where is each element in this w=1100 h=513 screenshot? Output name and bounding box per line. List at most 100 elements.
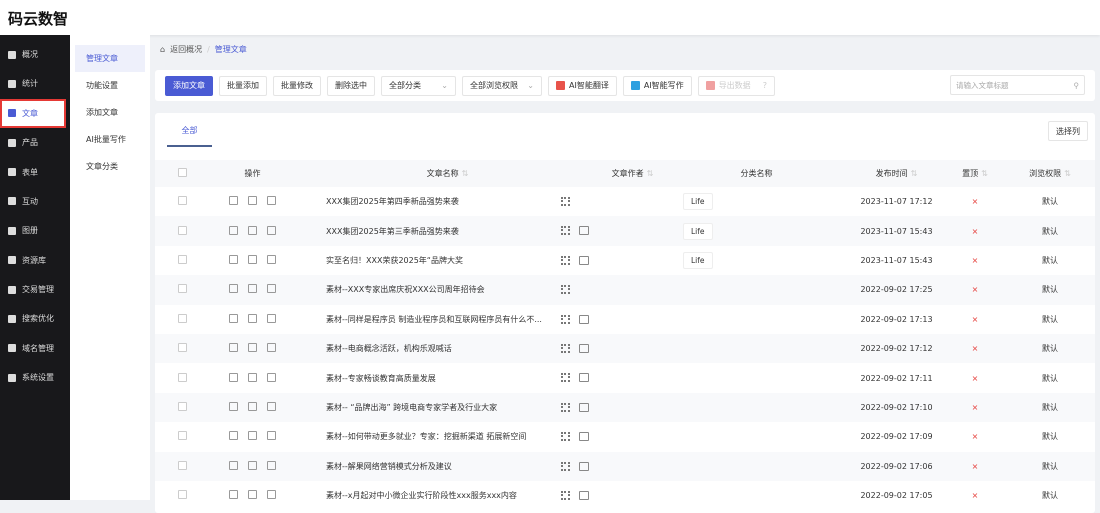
trash-icon[interactable] bbox=[267, 196, 276, 206]
trash-icon[interactable] bbox=[267, 401, 276, 411]
pinned-toggle[interactable]: × bbox=[945, 275, 1005, 305]
col-top[interactable]: 置顶 ⇅ bbox=[945, 160, 1005, 187]
qrcode-icon[interactable] bbox=[561, 461, 570, 471]
row-checkbox[interactable] bbox=[155, 481, 210, 510]
sidebar-item[interactable]: 资源库 bbox=[0, 246, 70, 275]
sidebar-item[interactable]: 产品 bbox=[0, 128, 70, 157]
article-name[interactable]: XXX集团2025年第四季新品强势来袭 bbox=[326, 197, 459, 206]
help-icon[interactable]: ? bbox=[763, 81, 767, 90]
sidebar-item[interactable]: 文章 bbox=[0, 98, 66, 128]
article-name[interactable]: 素材--x月起对中小微企业实行阶段性xxx服务xxx内容 bbox=[326, 491, 517, 500]
sort-icon[interactable]: ⇅ bbox=[981, 169, 988, 178]
edit-icon[interactable] bbox=[248, 254, 257, 264]
preview-icon[interactable] bbox=[229, 254, 238, 264]
edit-icon[interactable] bbox=[248, 284, 257, 294]
sort-icon[interactable]: ⇅ bbox=[462, 169, 469, 178]
trash-icon[interactable] bbox=[267, 431, 276, 441]
edit-icon[interactable] bbox=[248, 225, 257, 235]
qrcode-icon[interactable] bbox=[561, 226, 570, 236]
preview-icon[interactable] bbox=[229, 401, 238, 411]
submenu-item[interactable]: 管理文章 bbox=[75, 45, 145, 72]
preview-icon[interactable] bbox=[229, 431, 238, 441]
preview-icon[interactable] bbox=[229, 225, 238, 235]
sidebar-item[interactable]: 统计 bbox=[0, 69, 70, 98]
col-time[interactable]: 发布时间 ⇅ bbox=[848, 160, 945, 187]
qrcode-icon[interactable] bbox=[561, 255, 570, 265]
edit-icon[interactable] bbox=[248, 460, 257, 470]
preview-icon[interactable] bbox=[229, 196, 238, 206]
pinned-toggle[interactable]: × bbox=[945, 216, 1005, 246]
pinned-toggle[interactable]: × bbox=[945, 246, 1005, 275]
batch-edit-button[interactable]: 批量修改 bbox=[273, 75, 321, 96]
article-name[interactable]: 素材--解果网络营销模式分析及建议 bbox=[326, 462, 452, 471]
col-permission[interactable]: 浏览权限 ⇅ bbox=[1005, 160, 1095, 187]
row-checkbox[interactable] bbox=[155, 363, 210, 392]
trash-icon[interactable] bbox=[267, 284, 276, 294]
row-checkbox[interactable] bbox=[155, 187, 210, 216]
preview-icon[interactable] bbox=[229, 460, 238, 470]
pinned-toggle[interactable]: × bbox=[945, 392, 1005, 423]
col-author[interactable]: 文章作者 ⇅ bbox=[600, 160, 665, 187]
qrcode-icon[interactable] bbox=[561, 402, 570, 412]
article-name[interactable]: 素材--XXX专家出席庆祝XXX公司周年招待会 bbox=[326, 285, 485, 294]
choose-columns-button[interactable]: 选择列 bbox=[1048, 121, 1088, 141]
sidebar-item[interactable]: 交易管理 bbox=[0, 275, 70, 304]
submenu-item[interactable]: 添加文章 bbox=[75, 99, 145, 126]
trash-icon[interactable] bbox=[267, 372, 276, 382]
preview-icon[interactable] bbox=[229, 372, 238, 382]
preview-icon[interactable] bbox=[229, 284, 238, 294]
sidebar-item[interactable]: 系统设置 bbox=[0, 363, 70, 392]
pinned-toggle[interactable]: × bbox=[945, 481, 1005, 510]
preview-icon[interactable] bbox=[229, 343, 238, 353]
article-name[interactable]: 素材-- “品牌出海” 跨境电商专家学者及行业大家 bbox=[326, 403, 497, 412]
ai-write-button[interactable]: AI智能写作 bbox=[622, 75, 692, 96]
qrcode-icon[interactable] bbox=[561, 343, 570, 353]
edit-icon[interactable] bbox=[248, 343, 257, 353]
add-article-button[interactable]: 添加文章 bbox=[165, 75, 213, 96]
pinned-toggle[interactable]: × bbox=[945, 333, 1005, 364]
search-input[interactable]: 请输入文章标题 ⚲ bbox=[950, 75, 1085, 95]
qrcode-icon[interactable] bbox=[561, 490, 570, 500]
row-checkbox[interactable] bbox=[155, 451, 210, 481]
row-checkbox[interactable] bbox=[155, 422, 210, 451]
trash-icon[interactable] bbox=[267, 343, 276, 353]
export-button[interactable]: 导出数据? bbox=[697, 75, 775, 96]
preview-icon[interactable] bbox=[229, 313, 238, 323]
sidebar-item[interactable]: 域名管理 bbox=[0, 334, 70, 363]
article-name[interactable]: 素材--同样是程序员 制造业程序员和互联网程序员有什么不... bbox=[326, 315, 542, 324]
row-checkbox[interactable] bbox=[155, 246, 210, 275]
trash-icon[interactable] bbox=[267, 313, 276, 323]
sidebar-item[interactable]: 概况 bbox=[0, 40, 70, 69]
select-all-checkbox[interactable] bbox=[155, 160, 210, 187]
edit-icon[interactable] bbox=[248, 401, 257, 411]
sort-icon[interactable]: ⇅ bbox=[911, 169, 918, 178]
qrcode-icon[interactable] bbox=[561, 197, 570, 206]
pinned-toggle[interactable]: × bbox=[945, 363, 1005, 392]
trash-icon[interactable] bbox=[267, 490, 276, 500]
permission-select[interactable]: 全部浏览权限 ⌄ bbox=[462, 75, 542, 96]
row-checkbox[interactable] bbox=[155, 333, 210, 364]
row-checkbox[interactable] bbox=[155, 392, 210, 423]
trash-icon[interactable] bbox=[267, 225, 276, 235]
edit-icon[interactable] bbox=[248, 431, 257, 441]
submenu-item[interactable]: 文章分类 bbox=[75, 153, 145, 180]
article-name[interactable]: 素材--如何带动更多就业？专家：挖掘新渠道 拓展新空间 bbox=[326, 432, 526, 441]
edit-icon[interactable] bbox=[248, 313, 257, 323]
article-name[interactable]: XXX集团2025年第三季新品强势来袭 bbox=[326, 227, 459, 236]
qrcode-icon[interactable] bbox=[561, 373, 570, 383]
col-name[interactable]: 文章名称 ⇅ bbox=[295, 160, 600, 187]
row-checkbox[interactable] bbox=[155, 216, 210, 246]
qrcode-icon[interactable] bbox=[561, 432, 570, 442]
trash-icon[interactable] bbox=[267, 254, 276, 264]
search-icon[interactable]: ⚲ bbox=[1074, 81, 1080, 90]
edit-icon[interactable] bbox=[248, 372, 257, 382]
row-checkbox[interactable] bbox=[155, 305, 210, 334]
submenu-item[interactable]: AI批量写作 bbox=[75, 126, 145, 153]
pinned-toggle[interactable]: × bbox=[945, 305, 1005, 334]
batch-add-button[interactable]: 批量添加 bbox=[219, 75, 267, 96]
trash-icon[interactable] bbox=[267, 460, 276, 470]
sidebar-item[interactable]: 表单 bbox=[0, 158, 70, 187]
qrcode-icon[interactable] bbox=[561, 285, 570, 295]
row-checkbox[interactable] bbox=[155, 275, 210, 305]
article-name[interactable]: 实至名归！XXX荣获2025年“品牌大奖 bbox=[326, 256, 463, 265]
